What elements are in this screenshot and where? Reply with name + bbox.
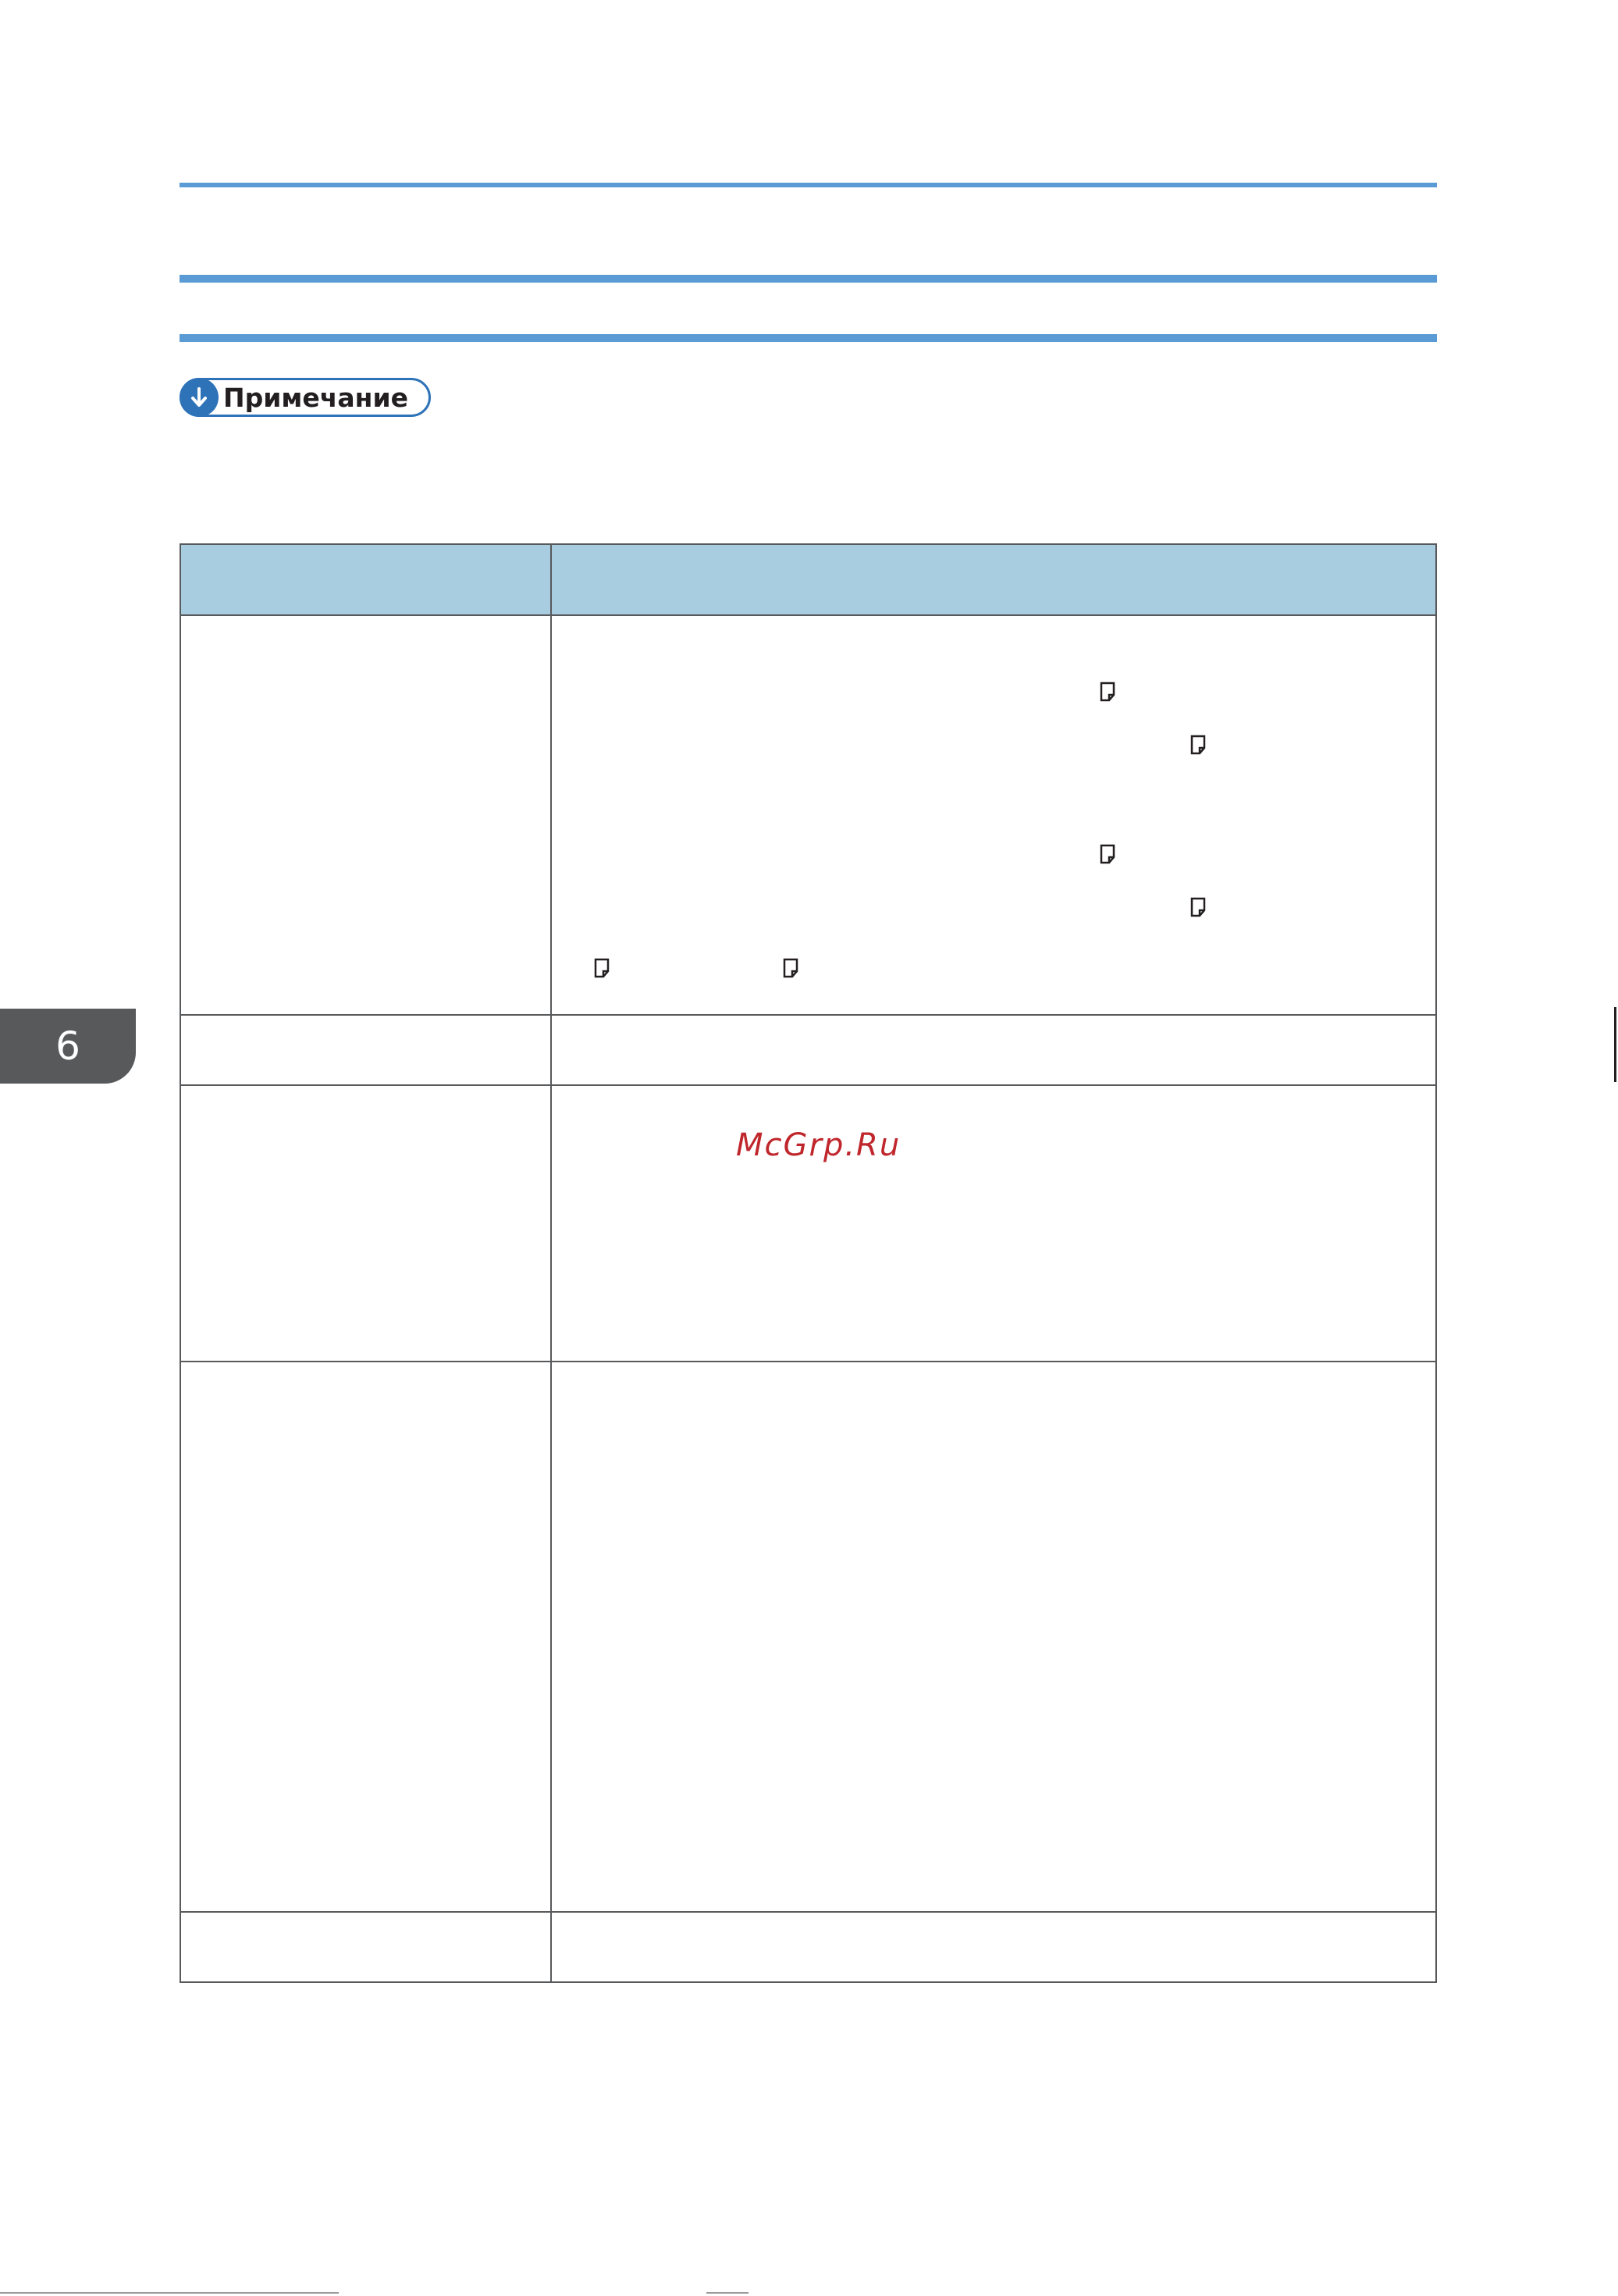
table-cell-description xyxy=(550,614,1437,1016)
note-label: Примечание xyxy=(223,382,408,413)
table-cell-item xyxy=(180,1361,552,1913)
table-header-cell-description xyxy=(550,543,1437,616)
right-edge-mark xyxy=(1614,1007,1616,1082)
paper-orientation-icon xyxy=(594,958,610,978)
table-cell-item xyxy=(180,1014,552,1086)
paper-orientation-icon xyxy=(1100,844,1115,864)
header-rule xyxy=(180,183,1437,187)
section-rule-upper xyxy=(180,275,1437,283)
paper-orientation-icon xyxy=(1190,897,1206,917)
table-row xyxy=(180,1911,1437,1983)
table-row xyxy=(180,1361,1437,1913)
table-cell-item xyxy=(180,1911,552,1983)
paper-orientation-icon xyxy=(1100,682,1115,702)
note-badge: Примечание xyxy=(180,378,431,417)
table-cell-description xyxy=(550,1911,1437,1983)
spec-table xyxy=(180,543,1437,1983)
section-rule-lower xyxy=(180,334,1437,342)
table-cell-item xyxy=(180,614,552,1016)
table-row xyxy=(180,1014,1437,1086)
table-row xyxy=(180,614,1437,1016)
table-cell-description xyxy=(550,1084,1437,1362)
chapter-number: 6 xyxy=(55,1023,80,1069)
table-cell-description xyxy=(550,1014,1437,1086)
arrow-down-circle-icon xyxy=(180,378,219,417)
footer-rule xyxy=(706,2292,749,2294)
paper-orientation-icon xyxy=(783,958,798,978)
table-header-row xyxy=(180,543,1437,616)
chapter-tab: 6 xyxy=(0,1009,136,1084)
table-header-cell-item xyxy=(180,543,552,616)
watermark: McGrp.Ru xyxy=(736,1127,901,1163)
footer-rule xyxy=(0,2292,339,2294)
table-cell-item xyxy=(180,1084,552,1362)
paper-orientation-icon xyxy=(1190,735,1206,755)
table-cell-description xyxy=(550,1361,1437,1913)
